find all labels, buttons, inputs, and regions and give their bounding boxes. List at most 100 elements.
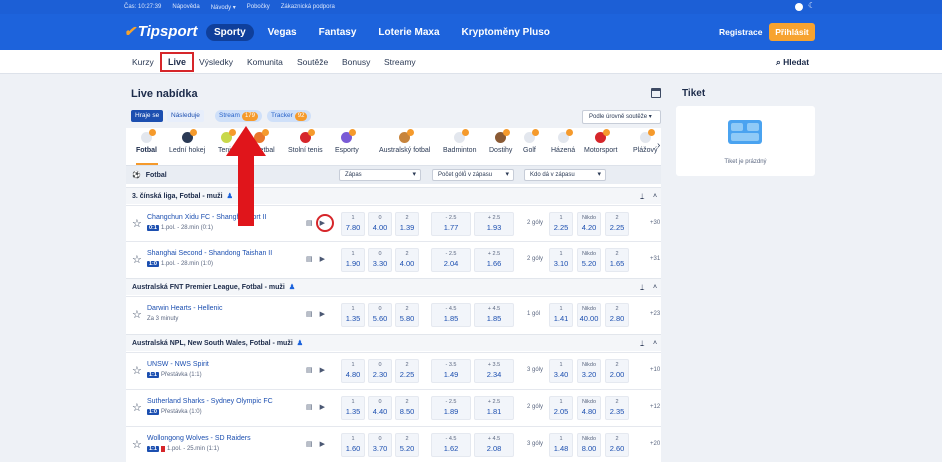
league-header[interactable]: Australská FNT Premier League, Fotbal - … [126, 278, 661, 295]
odds-under[interactable]: - 2.5 2.04 [431, 248, 471, 272]
match-teams[interactable]: UNSW - NWS Spirit [147, 361, 209, 368]
subnav-odds[interactable]: Kurzy [132, 57, 154, 67]
odds-x[interactable]: 0 4.00 [368, 212, 392, 236]
star-icon[interactable]: ☆ [132, 217, 142, 230]
more-markets[interactable]: +12 [650, 404, 660, 410]
nav-fantasy[interactable]: Fantasy [311, 24, 365, 41]
filter-playing[interactable]: Hraje se [131, 110, 164, 122]
star-icon[interactable]: ☆ [132, 401, 142, 414]
theme-toggle[interactable] [795, 3, 803, 11]
odds-2[interactable]: 2 5.20 [395, 433, 419, 457]
league-header[interactable]: Australská NPL, New South Wales, Fotbal … [126, 334, 661, 351]
nav-lottery[interactable]: Loterie Maxa [370, 24, 447, 41]
star-icon[interactable]: ☆ [132, 253, 142, 266]
filter-stream[interactable]: Stream 179 [215, 110, 262, 122]
pin-icon[interactable]: ⍊ [640, 188, 644, 205]
subnav-results[interactable]: Výsledky [199, 57, 233, 67]
stats-icon[interactable]: ▤ [306, 255, 313, 263]
scorer-none[interactable]: Nikdo 5.20 [577, 248, 601, 272]
subnav-community[interactable]: Komunita [247, 57, 283, 67]
match-row[interactable]: ☆ Sutherland Sharks - Sydney Olympic FC … [126, 389, 661, 425]
chevron-up-icon[interactable]: ˄ [653, 335, 657, 352]
match-teams[interactable]: Shanghai Second - Shandong Taishan II [147, 250, 272, 257]
odds-2[interactable]: 2 5.80 [395, 303, 419, 327]
scorer-1[interactable]: 1 2.25 [549, 212, 573, 236]
stats-icon[interactable]: ▤ [306, 366, 313, 374]
search-button[interactable]: ⌕ Hledat [776, 57, 809, 68]
scorer-2[interactable]: 2 1.65 [605, 248, 629, 272]
sport-football[interactable]: Fotbal [136, 129, 157, 154]
odds-under[interactable]: - 4.5 1.62 [431, 433, 471, 457]
more-markets[interactable]: +30 [650, 220, 660, 226]
sort-select[interactable]: Podle úrovně soutěže ▾ [582, 110, 661, 124]
subnav-bonuses[interactable]: Bonusy [342, 57, 370, 67]
odds-2[interactable]: 2 4.00 [395, 248, 419, 272]
scorer-none[interactable]: Nikdo 4.80 [577, 396, 601, 420]
odds-x[interactable]: 0 3.70 [368, 433, 392, 457]
match-teams[interactable]: Sutherland Sharks - Sydney Olympic FC [147, 398, 273, 405]
match-row[interactable]: ☆ UNSW - NWS Spirit 1:1 Přestávka (1:1) ▤… [126, 352, 661, 388]
odds-over[interactable]: + 3.5 2.34 [474, 359, 514, 383]
scorer-2[interactable]: 2 2.00 [605, 359, 629, 383]
sport-table-tennis[interactable]: Stolní tenis [288, 129, 323, 154]
odds-x[interactable]: 0 3.30 [368, 248, 392, 272]
filter-next[interactable]: Následuje [167, 110, 204, 122]
scorer-1[interactable]: 1 1.48 [549, 433, 573, 457]
scorer-none[interactable]: Nikdo 3.20 [577, 359, 601, 383]
more-markets[interactable]: +10 [650, 367, 660, 373]
sport-golf[interactable]: Golf [523, 129, 539, 154]
help-link[interactable]: Nápověda [172, 4, 199, 10]
scorer-1[interactable]: 1 2.05 [549, 396, 573, 420]
subnav-live[interactable]: Live [160, 52, 194, 72]
login-button[interactable]: Přihlásit [769, 23, 815, 41]
odds-1[interactable]: 1 4.80 [341, 359, 365, 383]
odds-1[interactable]: 1 1.35 [341, 396, 365, 420]
scorer-2[interactable]: 2 2.60 [605, 433, 629, 457]
odds-x[interactable]: 0 5.60 [368, 303, 392, 327]
register-link[interactable]: Registrace [719, 27, 762, 37]
star-icon[interactable]: ☆ [132, 308, 142, 321]
scorer-1[interactable]: 1 3.10 [549, 248, 573, 272]
sport-horse-racing[interactable]: Dostihy [489, 129, 512, 154]
odds-under[interactable]: - 2.5 1.77 [431, 212, 471, 236]
match-teams[interactable]: Wollongong Wolves - SD Raiders [147, 435, 251, 442]
sport-beach[interactable]: Plážový [633, 129, 658, 154]
match-row[interactable]: ☆ Shanghai Second - Shandong Taishan II … [126, 241, 661, 277]
odds-1[interactable]: 1 1.90 [341, 248, 365, 272]
odds-2[interactable]: 2 1.39 [395, 212, 419, 236]
star-icon[interactable]: ☆ [132, 438, 142, 451]
scorer-none[interactable]: Nikdo 40.00 [577, 303, 601, 327]
scorer-2[interactable]: 2 2.80 [605, 303, 629, 327]
odds-over[interactable]: + 2.5 1.93 [474, 212, 514, 236]
stats-icon[interactable]: ▤ [306, 219, 313, 227]
more-markets[interactable]: +31 [650, 256, 660, 262]
stats-icon[interactable]: ▤ [306, 310, 313, 318]
scorer-none[interactable]: Nikdo 4.20 [577, 212, 601, 236]
subnav-contests[interactable]: Soutěže [297, 57, 328, 67]
more-markets[interactable]: +20 [650, 441, 660, 447]
bet-type-select-2[interactable]: Počet gólů v zápasu [432, 169, 514, 181]
subnav-streams[interactable]: Streamy [384, 57, 416, 67]
odds-under[interactable]: - 3.5 1.49 [431, 359, 471, 383]
sport-motorsport[interactable]: Motorsport [584, 129, 617, 154]
odds-1[interactable]: 1 1.60 [341, 433, 365, 457]
stream-icon[interactable]: ▶ [320, 403, 325, 411]
odds-x[interactable]: 0 2.30 [368, 359, 392, 383]
odds-x[interactable]: 0 4.40 [368, 396, 392, 420]
stream-icon[interactable]: ▶ [320, 366, 325, 374]
pin-icon[interactable]: ⍊ [640, 279, 644, 296]
scorer-2[interactable]: 2 2.25 [605, 212, 629, 236]
sport-ice-hockey[interactable]: Lední hokej [169, 129, 205, 154]
sport-aussie-rules[interactable]: Australský fotbal [379, 129, 430, 154]
more-markets[interactable]: +23 [650, 311, 660, 317]
logo[interactable]: ✔ Tipsport [124, 23, 197, 40]
scorer-2[interactable]: 2 2.35 [605, 396, 629, 420]
odds-2[interactable]: 2 8.50 [395, 396, 419, 420]
nav-crypto[interactable]: Kryptoměny Pluso [454, 24, 558, 41]
calendar-icon[interactable] [651, 88, 661, 98]
odds-1[interactable]: 1 1.35 [341, 303, 365, 327]
scorer-1[interactable]: 1 1.41 [549, 303, 573, 327]
sport-esports[interactable]: Esporty [335, 129, 359, 154]
guides-link[interactable]: Návody ▾ [211, 4, 236, 11]
stream-icon[interactable]: ▶ [320, 255, 325, 263]
